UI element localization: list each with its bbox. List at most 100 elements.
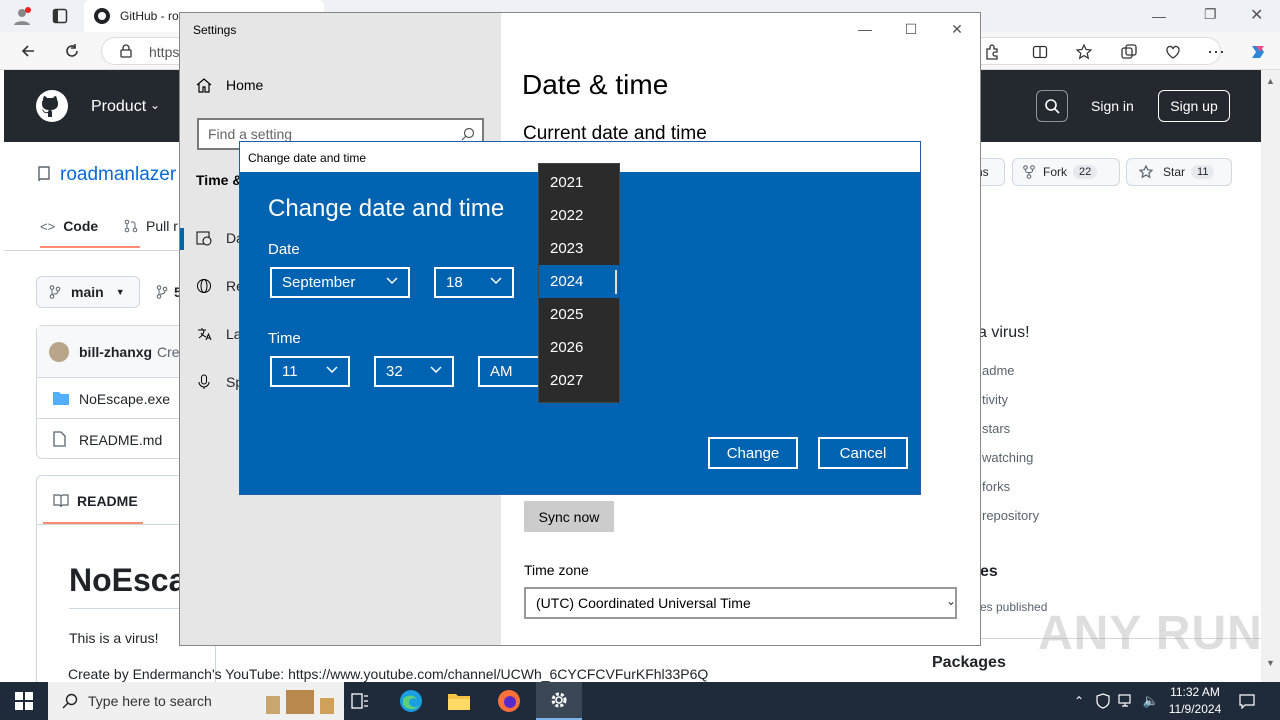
day-select[interactable]: 18 <box>434 267 514 298</box>
more-menu-icon[interactable]: ⋯ <box>1204 40 1228 64</box>
year-option[interactable]: 2025 <box>539 298 619 331</box>
avatar <box>49 342 69 362</box>
sidebar-link-stars[interactable]: stars <box>982 421 1010 436</box>
sidebar-link-watching[interactable]: watching <box>982 450 1033 465</box>
releases-heading[interactable]: es <box>980 563 998 581</box>
year-option[interactable]: 2021 <box>539 166 619 199</box>
browser-close-icon[interactable]: ✕ <box>1250 5 1263 25</box>
minute-select[interactable]: 32 <box>374 356 454 387</box>
change-button[interactable]: Change <box>708 437 798 469</box>
sidebar-link-report[interactable]: repository <box>982 508 1039 523</box>
timezone-label: Time zone <box>524 562 589 578</box>
copilot-icon[interactable] <box>1246 40 1270 64</box>
search-highlight-image <box>258 686 340 716</box>
tab-pull-label: Pull r <box>146 218 178 234</box>
url-text: https <box>149 44 180 60</box>
book-icon <box>53 494 69 508</box>
browser-restore-icon[interactable]: ❐ <box>1204 6 1217 23</box>
file-name[interactable]: NoEscape.exe <box>79 391 170 407</box>
notifications-icon[interactable] <box>1232 682 1262 720</box>
branches-link[interactable]: 5 <box>156 284 182 300</box>
network-icon[interactable] <box>1116 682 1136 720</box>
browser-essentials-icon[interactable] <box>1161 40 1185 64</box>
sync-now-button[interactable]: Sync now <box>524 501 614 532</box>
year-option[interactable]: 2026 <box>539 331 619 364</box>
chevron-down-icon <box>430 366 442 374</box>
file-name[interactable]: README.md <box>79 432 162 448</box>
browser-minimize-icon[interactable]: — <box>1152 8 1166 24</box>
chevron-down-icon <box>490 277 502 285</box>
nav-product[interactable]: Product <box>91 98 146 116</box>
settings-nav-speech[interactable]: Sp <box>196 374 243 390</box>
refresh-icon[interactable] <box>60 39 84 63</box>
branch-selector[interactable]: main ▼ <box>36 276 140 308</box>
show-hidden-icons-icon[interactable]: ⌃ <box>1068 682 1090 720</box>
sidebar-link-readme[interactable]: adme <box>982 363 1015 378</box>
branch-count-icon <box>156 285 168 299</box>
star-button[interactable]: Star 11 <box>1126 158 1232 186</box>
sign-in-link[interactable]: Sign in <box>1091 98 1134 114</box>
tab-pull-requests[interactable]: Pull r <box>124 218 178 234</box>
start-button[interactable] <box>0 682 48 720</box>
page-scrollbar[interactable]: ▲ ▼ <box>1261 70 1280 682</box>
commit-message[interactable]: Cre <box>157 344 180 360</box>
tab-title: GitHub - ro <box>120 9 179 23</box>
sign-up-button[interactable]: Sign up <box>1158 90 1230 122</box>
settings-minimize-icon[interactable]: — <box>842 13 888 45</box>
file-icon <box>53 431 66 447</box>
repo-owner-link[interactable]: roadmanlazer <box>60 164 176 186</box>
timezone-select[interactable]: (UTC) Coordinated Universal Time ⌄ <box>524 587 957 619</box>
file-explorer-icon[interactable] <box>440 682 478 720</box>
settings-home[interactable]: Home <box>196 77 263 93</box>
sidebar-link-activity[interactable]: tivity <box>982 392 1008 407</box>
profile-icon[interactable] <box>10 4 34 28</box>
chevron-down-icon <box>326 366 338 374</box>
fork-button[interactable]: Fork 22 <box>1012 158 1120 186</box>
settings-taskbar-icon[interactable] <box>536 682 582 720</box>
taskbar-clock[interactable]: 11:32 AM 11/9/2024 <box>1164 684 1226 718</box>
year-option[interactable]: 2023 <box>539 232 619 265</box>
readme-tab-label: README <box>77 493 138 509</box>
hour-select[interactable]: 11 <box>270 356 350 387</box>
calendar-clock-icon <box>196 230 212 246</box>
commit-author[interactable]: bill-zhanxg <box>79 344 152 360</box>
favorites-icon[interactable] <box>1072 40 1096 64</box>
year-option[interactable]: 2022 <box>539 199 619 232</box>
scroll-up-icon[interactable]: ▲ <box>1266 76 1275 86</box>
tab-actions-icon[interactable] <box>48 4 72 28</box>
taskbar-search-placeholder: Type here to search <box>88 693 212 709</box>
year-option[interactable]: 2027 <box>539 364 619 397</box>
chevron-down-icon: ⌄ <box>150 98 161 112</box>
tab-code[interactable]: <> Code <box>40 218 98 234</box>
globe-icon <box>196 278 212 294</box>
edge-taskbar-icon[interactable] <box>392 682 430 720</box>
packages-heading[interactable]: Packages <box>932 654 1006 672</box>
github-search-button[interactable] <box>1036 90 1068 122</box>
sidebar-link-forks[interactable]: forks <box>982 479 1010 494</box>
extensions-icon[interactable] <box>980 40 1004 64</box>
settings-nav-region[interactable]: Re <box>196 278 244 294</box>
settings-nav-date-time[interactable]: Da <box>196 230 244 246</box>
readme-link-line[interactable]: Create by Endermanch's YouTube: https://… <box>68 666 788 682</box>
search-placeholder: Find a setting <box>208 126 293 142</box>
readme-tab[interactable]: README <box>53 493 138 509</box>
back-icon[interactable] <box>16 39 40 63</box>
volume-icon[interactable]: 🔈 <box>1140 682 1162 720</box>
firefox-icon[interactable] <box>490 682 528 720</box>
split-screen-icon[interactable] <box>1028 40 1052 64</box>
caret-down-icon: ▼ <box>115 287 125 297</box>
task-view-icon[interactable] <box>344 682 376 720</box>
taskbar-search-box[interactable]: Type here to search <box>48 682 344 720</box>
collections-icon[interactable] <box>1117 40 1141 64</box>
defender-icon[interactable] <box>1093 682 1113 720</box>
fork-count: 22 <box>1073 165 1098 179</box>
settings-close-icon[interactable]: ✕ <box>934 13 980 45</box>
cancel-button[interactable]: Cancel <box>818 437 908 469</box>
year-option-selected[interactable]: 2024 <box>539 265 619 298</box>
scroll-down-icon[interactable]: ▼ <box>1266 658 1275 668</box>
dropdown-scroll-thumb[interactable] <box>615 270 617 294</box>
github-logo-icon[interactable] <box>36 90 68 122</box>
settings-nav-language[interactable]: La <box>196 326 242 342</box>
settings-maximize-icon[interactable]: ☐ <box>888 13 934 45</box>
month-select[interactable]: September <box>270 267 410 298</box>
